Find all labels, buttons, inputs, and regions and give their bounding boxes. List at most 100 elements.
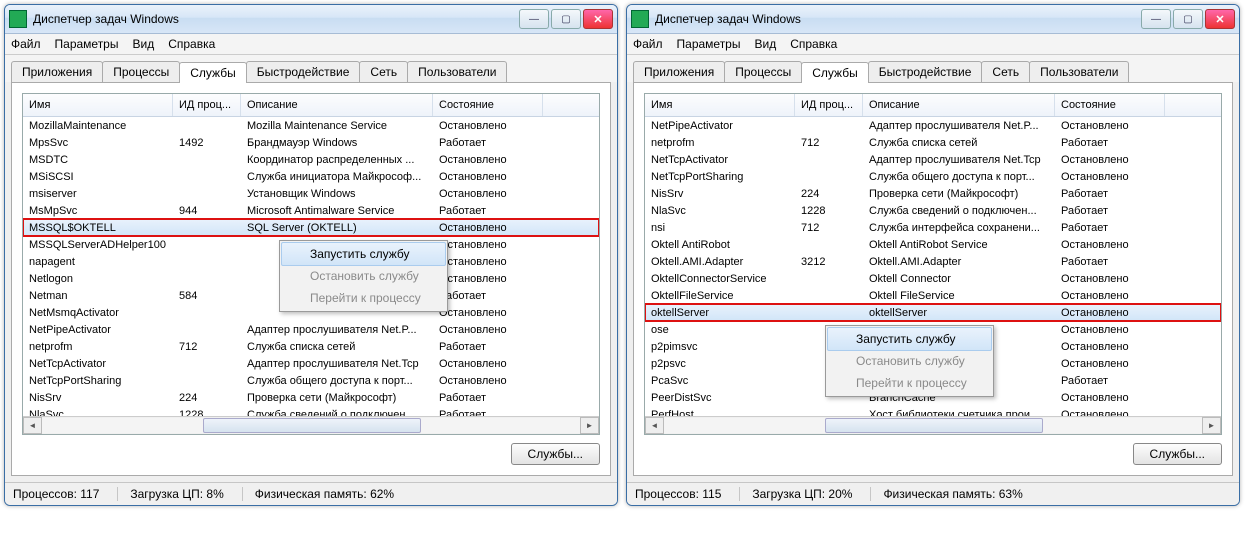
scroll-right-button[interactable]: ► [580,417,599,434]
menu-options[interactable]: Параметры [677,37,741,51]
scroll-right-button[interactable]: ► [1202,417,1221,434]
tab-body: Имя ИД проц... Описание Состояние Mozill… [11,82,611,476]
tab-services[interactable]: Службы [801,62,868,83]
tab-performance[interactable]: Быстродействие [868,61,983,82]
table-row[interactable]: NlaSvc1228Служба сведений о подключен...… [23,406,599,416]
services-button[interactable]: Службы... [511,443,600,465]
table-row[interactable]: netprofm712Служба списка сетейРаботает [23,338,599,355]
cell-name: Oktell AntiRobot [645,239,795,251]
horizontal-scrollbar[interactable]: ◄ ► [23,416,599,434]
cell-desc: Служба списка сетей [863,137,1055,149]
cell-state: Остановлено [1055,358,1165,370]
table-row[interactable]: msiserverУстановщик WindowsОстановлено [23,185,599,202]
table-row[interactable]: Oktell.AMI.Adapter3212Oktell.AMI.Adapter… [645,253,1221,270]
table-row[interactable]: MSSQL$OKTELLSQL Server (OKTELL)Остановле… [23,219,599,236]
menu-view[interactable]: Вид [754,37,776,51]
tab-services[interactable]: Службы [179,62,246,83]
menu-file[interactable]: Файл [633,37,663,51]
tab-users[interactable]: Пользователи [1029,61,1129,82]
titlebar[interactable]: Диспетчер задач Windows — ▢ ✕ [5,5,617,34]
cell-name: Oktell.AMI.Adapter [645,256,795,268]
menu-help[interactable]: Справка [790,37,837,51]
table-row[interactable]: OktellConnectorServiceOktell ConnectorОс… [645,270,1221,287]
minimize-button[interactable]: — [1141,9,1171,29]
tab-processes[interactable]: Процессы [102,61,180,82]
table-row[interactable]: NetPipeActivatorАдаптер прослушивателя N… [645,117,1221,134]
table-row[interactable]: Oktell AntiRobot Oktell AntiRobot Service… [645,236,1221,253]
cell-desc: Oktell AntiRobot Service [863,239,1055,251]
table-row[interactable]: NetTcpPortSharingСлужба общего доступа к… [645,168,1221,185]
tab-applications[interactable]: Приложения [633,61,725,82]
close-button[interactable]: ✕ [583,9,613,29]
menu-view[interactable]: Вид [132,37,154,51]
table-row[interactable]: PerfHostХост библиотеки счетчика прои...… [645,406,1221,416]
tab-network[interactable]: Сеть [359,61,408,82]
cell-state: Работает [1055,188,1165,200]
table-row[interactable]: MozillaMaintenanceMozilla Maintenance Se… [23,117,599,134]
table-row[interactable]: OktellFileServiceOktell FileServiceОстан… [645,287,1221,304]
tab-performance[interactable]: Быстродействие [246,61,361,82]
table-row[interactable]: NetPipeActivatorАдаптер прослушивателя N… [23,321,599,338]
maximize-button[interactable]: ▢ [1173,9,1203,29]
col-desc[interactable]: Описание [863,94,1055,116]
services-button[interactable]: Службы... [1133,443,1222,465]
services-list[interactable]: Имя ИД проц... Описание Состояние NetPip… [644,93,1222,435]
ctx-start-service[interactable]: Запустить службу [281,242,446,266]
table-row[interactable]: NetTcpPortSharingСлужба общего доступа к… [23,372,599,389]
tab-network[interactable]: Сеть [981,61,1030,82]
cell-name: MSDTC [23,154,173,166]
col-desc[interactable]: Описание [241,94,433,116]
maximize-button[interactable]: ▢ [551,9,581,29]
table-row[interactable]: MSDTCКоординатор распределенных ...Остан… [23,151,599,168]
ctx-start-service[interactable]: Запустить службу [827,327,992,351]
services-list[interactable]: Имя ИД проц... Описание Состояние Mozill… [22,93,600,435]
scroll-thumb[interactable] [203,418,420,433]
table-row[interactable]: NisSrv224Проверка сети (Майкрософт)Работ… [23,389,599,406]
scroll-thumb[interactable] [825,418,1042,433]
col-pid[interactable]: ИД проц... [795,94,863,116]
table-row[interactable]: NetTcpActivatorАдаптер прослушивателя Ne… [23,355,599,372]
cell-desc: Адаптер прослушивателя Net.P... [863,120,1055,132]
list-header[interactable]: Имя ИД проц... Описание Состояние [23,94,599,117]
table-row[interactable]: MsMpSvc944Microsoft Antimalware ServiceР… [23,202,599,219]
close-button[interactable]: ✕ [1205,9,1235,29]
menu-options[interactable]: Параметры [55,37,119,51]
context-menu: Запустить службу Остановить службу Перей… [825,325,994,397]
tab-processes[interactable]: Процессы [724,61,802,82]
task-manager-window-left: Диспетчер задач Windows — ▢ ✕ Файл Парам… [4,4,618,506]
window-title: Диспетчер задач Windows [33,12,519,26]
status-cpu: Загрузка ЦП: 8% [130,487,242,501]
menu-help[interactable]: Справка [168,37,215,51]
tab-users[interactable]: Пользователи [407,61,507,82]
col-pid[interactable]: ИД проц... [173,94,241,116]
table-row[interactable]: netprofm712Служба списка сетейРаботает [645,134,1221,151]
minimize-button[interactable]: — [519,9,549,29]
col-state[interactable]: Состояние [1055,94,1165,116]
cell-state: Остановлено [1055,273,1165,285]
col-name[interactable]: Имя [645,94,795,116]
table-row[interactable]: NlaSvc1228Служба сведений о подключен...… [645,202,1221,219]
table-row[interactable]: oktellServeroktellServerОстановлено [645,304,1221,321]
titlebar[interactable]: Диспетчер задач Windows — ▢ ✕ [627,5,1239,34]
status-processes: Процессов: 117 [13,487,118,501]
scroll-left-button[interactable]: ◄ [23,417,42,434]
list-header[interactable]: Имя ИД проц... Описание Состояние [645,94,1221,117]
table-row[interactable]: NisSrv224Проверка сети (Майкрософт)Работ… [645,185,1221,202]
scroll-track[interactable] [664,418,1202,433]
cell-desc: Служба общего доступа к порт... [863,171,1055,183]
cell-desc: Oktell FileService [863,290,1055,302]
status-memory: Физическая память: 62% [255,487,412,501]
tab-applications[interactable]: Приложения [11,61,103,82]
cell-pid: 1228 [173,409,241,417]
col-name[interactable]: Имя [23,94,173,116]
table-row[interactable]: MpsSvc1492Брандмауэр WindowsРаботает [23,134,599,151]
table-row[interactable]: NetTcpActivatorАдаптер прослушивателя Ne… [645,151,1221,168]
cell-name: PerfHost [645,409,795,417]
menu-file[interactable]: Файл [11,37,41,51]
table-row[interactable]: MSiSCSIСлужба инициатора Майкрософ...Ост… [23,168,599,185]
scroll-left-button[interactable]: ◄ [645,417,664,434]
col-state[interactable]: Состояние [433,94,543,116]
scroll-track[interactable] [42,418,580,433]
table-row[interactable]: nsi712Служба интерфейса сохранени...Рабо… [645,219,1221,236]
horizontal-scrollbar[interactable]: ◄ ► [645,416,1221,434]
